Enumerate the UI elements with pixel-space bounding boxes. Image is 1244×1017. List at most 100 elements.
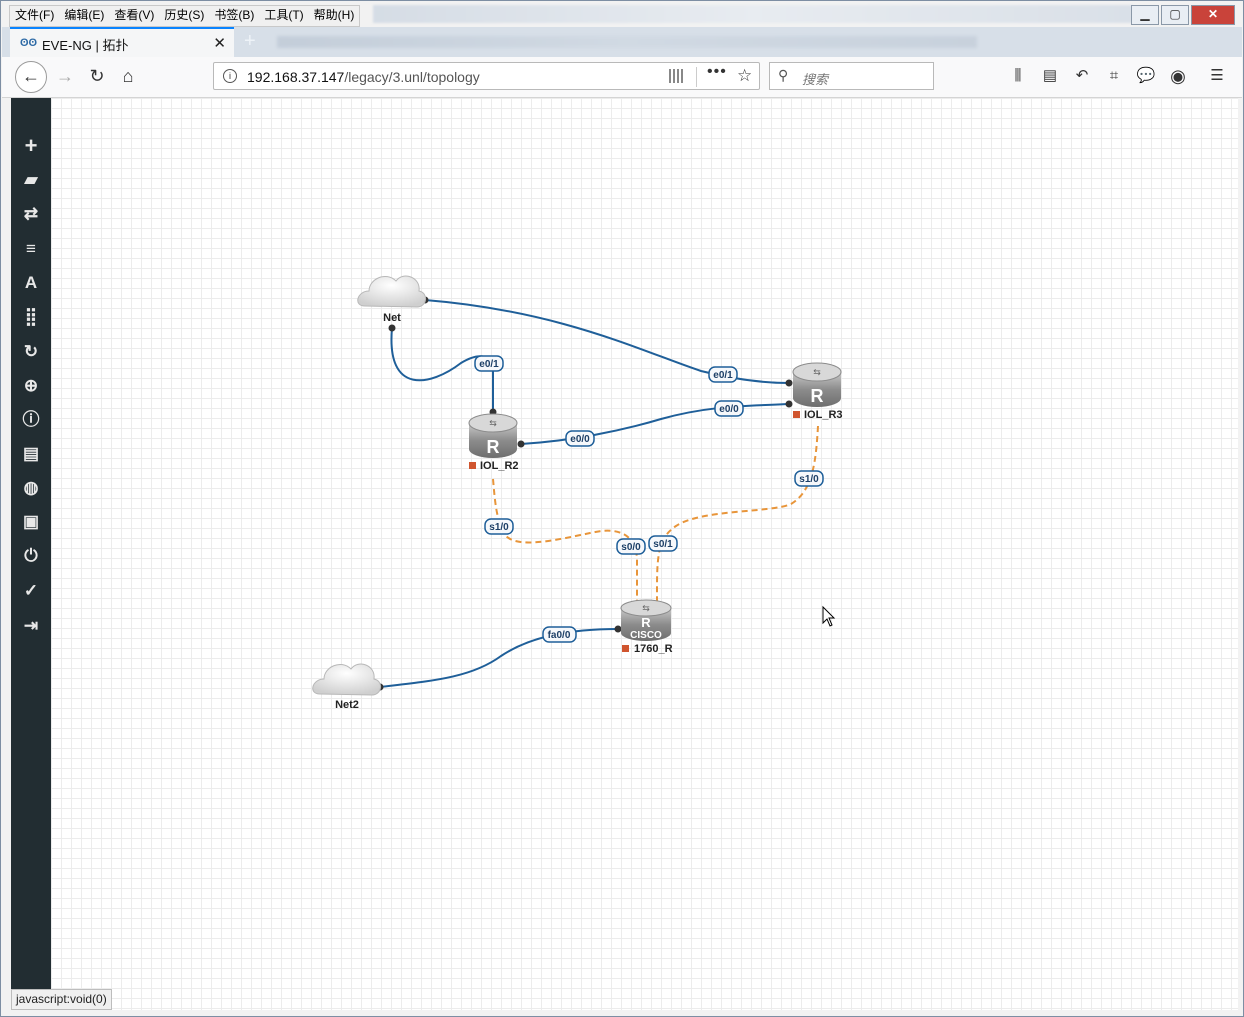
nav-bar: ← → ↻ ⌂ i 192.168.37.147/legacy/3.unl/to… bbox=[2, 57, 1242, 98]
svg-text:fa0/0: fa0/0 bbox=[548, 630, 571, 641]
close-window-button[interactable]: ✕ bbox=[1191, 5, 1235, 25]
bookmark-star-icon[interactable]: ☆ bbox=[737, 66, 752, 86]
search-placeholder: 搜索 bbox=[802, 72, 829, 87]
if-label-r3-e0-1[interactable]: e0/1 bbox=[708, 366, 738, 383]
mouse-cursor-icon bbox=[822, 605, 836, 627]
url-text[interactable]: 192.168.37.147/legacy/3.unl/topology bbox=[247, 69, 480, 85]
svg-text:R: R bbox=[641, 615, 651, 630]
menu-bar: 文件(F) 编辑(E) 查看(V) 历史(S) 书签(B) 工具(T) 帮助(H… bbox=[9, 5, 361, 27]
cloud-net2[interactable]: Net2 bbox=[312, 663, 381, 711]
reload-button[interactable]: ↻ bbox=[82, 61, 112, 91]
node-label-net: Net bbox=[383, 312, 401, 324]
refresh-icon[interactable]: ↻ bbox=[19, 340, 43, 364]
chat-icon[interactable]: 💬 bbox=[1135, 65, 1157, 87]
search-icon: ⚲ bbox=[778, 67, 789, 83]
if-label-r2-s1-0[interactable]: s1/0 bbox=[484, 518, 514, 535]
minimize-button[interactable]: ▁ bbox=[1131, 5, 1159, 25]
status-stopped-icon bbox=[793, 411, 800, 418]
back-button[interactable]: ← bbox=[15, 61, 47, 93]
status-stopped-icon bbox=[469, 462, 476, 469]
log-icon[interactable]: ▤ bbox=[19, 442, 43, 466]
svg-text:s1/0: s1/0 bbox=[489, 522, 509, 533]
router-1760[interactable]: ⇆ R CISCO 1760_R bbox=[620, 599, 673, 655]
grid-icon[interactable]: ⣿ bbox=[19, 305, 43, 329]
svg-text:⇆: ⇆ bbox=[642, 604, 650, 614]
browser-window: 文件(F) 编辑(E) 查看(V) 历史(S) 书签(B) 工具(T) 帮助(H… bbox=[0, 0, 1244, 1017]
text-icon[interactable]: A bbox=[19, 271, 43, 295]
tab-eve-ng[interactable]: ʘʘ EVE-NG | 拓扑 ✕ bbox=[10, 27, 234, 57]
new-tab-icon[interactable]: + bbox=[244, 30, 256, 53]
svg-text:e0/0: e0/0 bbox=[570, 434, 590, 445]
info-icon[interactable]: ⓘ bbox=[19, 408, 43, 432]
menu-history[interactable]: 历史(S) bbox=[159, 6, 209, 26]
svg-text:R: R bbox=[811, 386, 824, 406]
storage-icon[interactable]: ▰ bbox=[19, 168, 43, 192]
menu-view[interactable]: 查看(V) bbox=[109, 6, 159, 26]
tab-title: EVE-NG | 拓扑 bbox=[42, 38, 129, 53]
tab-bar: ʘʘ EVE-NG | 拓扑 ✕ + bbox=[2, 27, 1242, 57]
node-label-r3: IOL_R3 bbox=[804, 409, 843, 421]
power-icon[interactable]: ⏻ bbox=[19, 544, 43, 568]
account-icon[interactable]: ◉ bbox=[1167, 65, 1189, 87]
search-box[interactable]: ⚲ 搜索 bbox=[769, 62, 934, 90]
status-stopped-icon bbox=[622, 645, 629, 652]
library-icon[interactable]: ⫼ bbox=[1007, 65, 1029, 87]
status-bar: javascript:void(0) bbox=[11, 989, 112, 1010]
screenshot-crop-icon[interactable]: ⌗ bbox=[1103, 65, 1125, 87]
maximize-button[interactable]: ▢ bbox=[1161, 5, 1189, 25]
eve-logo-icon: ʘʘ bbox=[20, 37, 38, 49]
if-label-1760-s0-1[interactable]: s0/1 bbox=[648, 535, 678, 552]
undo-icon[interactable]: ↶ bbox=[1071, 65, 1093, 87]
window-controls: ▁ ▢ ✕ bbox=[1129, 5, 1235, 25]
svg-text:e0/1: e0/1 bbox=[713, 370, 733, 381]
svg-text:R: R bbox=[487, 437, 500, 457]
globe-icon[interactable]: ◍ bbox=[19, 476, 43, 500]
link-r3-1760[interactable] bbox=[655, 425, 819, 602]
menu-bookmarks[interactable]: 书签(B) bbox=[209, 6, 259, 26]
blurred-background bbox=[277, 36, 977, 48]
if-label-r3-s1-0[interactable]: s1/0 bbox=[794, 470, 824, 487]
url-bar[interactable]: i 192.168.37.147/legacy/3.unl/topology •… bbox=[213, 62, 760, 90]
blurred-background bbox=[373, 5, 1133, 23]
cloud-net[interactable]: Net bbox=[357, 275, 426, 324]
qr-code-icon[interactable] bbox=[669, 69, 683, 83]
page-actions-icon[interactable]: ••• bbox=[707, 63, 727, 81]
info-icon[interactable]: i bbox=[223, 69, 237, 83]
briefcase-icon[interactable]: ▣ bbox=[19, 510, 43, 534]
router-iol-r3[interactable]: ⇆ R IOL_R3 bbox=[792, 362, 843, 421]
eve-sidebar: + ▰ ⇄ ≡ A ⣿ ↻ ⊕ ⓘ ▤ ◍ ▣ ⏻ ✓ ⇥ bbox=[11, 98, 51, 1010]
topology-canvas[interactable]: Net Net2 ⇆ R IOL_R2 ⇆ R IOL_R3 ⇆ R CISCO… bbox=[51, 98, 1238, 1010]
svg-text:s0/1: s0/1 bbox=[653, 539, 673, 550]
link-r2-1760[interactable] bbox=[492, 478, 638, 601]
router-iol-r2[interactable]: ⇆ R IOL_R2 bbox=[468, 413, 519, 472]
menu-help[interactable]: 帮助(H) bbox=[309, 6, 360, 26]
if-label-r2-e0-1[interactable]: e0/1 bbox=[474, 355, 504, 372]
menu-file[interactable]: 文件(F) bbox=[10, 6, 59, 26]
node-label-net2: Net2 bbox=[335, 699, 359, 711]
tab-close-icon[interactable]: ✕ bbox=[213, 34, 226, 52]
svg-text:⇆: ⇆ bbox=[813, 368, 821, 378]
zoom-icon[interactable]: ⊕ bbox=[19, 374, 43, 398]
if-label-1760-s0-0[interactable]: s0/0 bbox=[616, 538, 646, 555]
link-net2-1760[interactable] bbox=[379, 628, 619, 688]
if-label-1760-fa0-0[interactable]: fa0/0 bbox=[542, 626, 577, 643]
if-label-r3-e0-0[interactable]: e0/0 bbox=[714, 400, 744, 417]
forward-button[interactable]: → bbox=[50, 61, 80, 91]
svg-text:e0/1: e0/1 bbox=[479, 359, 499, 370]
add-icon[interactable]: + bbox=[19, 134, 43, 158]
if-label-r2-e0-0[interactable]: e0/0 bbox=[565, 430, 595, 447]
divider bbox=[696, 67, 697, 87]
check-icon[interactable]: ✓ bbox=[19, 579, 43, 603]
logout-icon[interactable]: ⇥ bbox=[19, 614, 43, 638]
svg-text:CISCO: CISCO bbox=[630, 630, 662, 641]
menu-tools[interactable]: 工具(T) bbox=[259, 6, 308, 26]
svg-text:s0/0: s0/0 bbox=[621, 542, 641, 553]
node-label-r2: IOL_R2 bbox=[480, 460, 519, 472]
home-button[interactable]: ⌂ bbox=[113, 61, 143, 91]
menu-edit[interactable]: 编辑(E) bbox=[59, 6, 109, 26]
sidebar-toggle-icon[interactable]: ▤ bbox=[1039, 65, 1061, 87]
transfer-icon[interactable]: ⇄ bbox=[19, 202, 43, 226]
link-r2-r3[interactable] bbox=[520, 403, 790, 445]
menu-hamburger-icon[interactable]: ☰ bbox=[1206, 65, 1228, 87]
list-icon[interactable]: ≡ bbox=[19, 237, 43, 261]
